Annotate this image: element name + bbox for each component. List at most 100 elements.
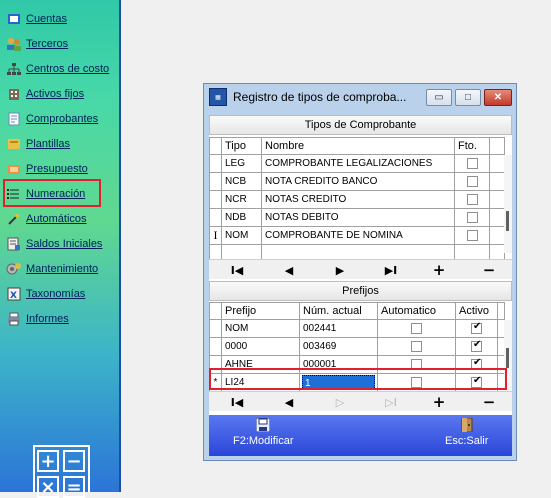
nav-prev-button[interactable]: ◀ bbox=[281, 263, 297, 277]
book-icon bbox=[6, 11, 22, 27]
automatico-checkbox[interactable] bbox=[411, 340, 422, 352]
column-header-num-actual[interactable]: Núm. actual bbox=[299, 302, 378, 320]
sidebar-item-centros-de-costo[interactable]: Centros de costo bbox=[6, 59, 109, 79]
tipos-header-row: Tipo Nombre Fto. bbox=[209, 137, 505, 155]
nav-last-button[interactable]: ▶I bbox=[383, 263, 399, 277]
sidebar-item-automaticos[interactable]: Automáticos bbox=[6, 209, 87, 229]
sidebar-item-label: Activos fijos bbox=[26, 88, 85, 100]
sidebar-item-label: Automáticos bbox=[26, 213, 87, 225]
ledger-icon bbox=[6, 236, 22, 252]
nombre-cell[interactable]: COMPROBANTE DE NOMINA bbox=[261, 226, 455, 245]
exit-label: Esc:Salir bbox=[445, 435, 489, 447]
num-actual-cell[interactable]: 003469 bbox=[299, 337, 378, 356]
nav-next-button[interactable]: ▷ bbox=[332, 395, 348, 409]
activo-checkbox[interactable] bbox=[471, 321, 482, 334]
exit-button[interactable]: Esc:Salir bbox=[445, 418, 488, 447]
sidebar-item-informes[interactable]: Informes bbox=[6, 309, 69, 329]
fto-checkbox[interactable] bbox=[466, 193, 478, 205]
sidebar-item-label: Saldos Iniciales bbox=[26, 238, 103, 250]
calculator-icon[interactable]: + − × = bbox=[33, 445, 90, 498]
column-header-tipo[interactable]: Tipo bbox=[221, 137, 262, 155]
nombre-cell[interactable]: NOTAS DEBITO bbox=[261, 208, 455, 227]
sidebar-item-activos-fijos[interactable]: Activos fijos bbox=[6, 84, 84, 104]
nombre-cell[interactable]: NOTAS CREDITO bbox=[261, 190, 455, 209]
printer-icon bbox=[6, 311, 22, 327]
table-row[interactable]: I NOM COMPROBANTE DE NOMINA bbox=[209, 226, 505, 245]
row-indicator-header bbox=[209, 137, 222, 155]
window-client: Tipos de Comprobante Tipo Nombre Fto. LE… bbox=[209, 115, 512, 456]
nav-add-button[interactable]: + bbox=[431, 393, 447, 411]
table-row[interactable]: NDB NOTAS DEBITO bbox=[209, 208, 505, 227]
tipos-scrollbar[interactable] bbox=[504, 155, 512, 253]
nav-first-button[interactable]: I◀ bbox=[229, 263, 245, 277]
scrollbar-thumb[interactable] bbox=[506, 348, 509, 368]
column-header-activo[interactable]: Activo bbox=[455, 302, 498, 320]
maximize-button[interactable]: □ bbox=[455, 89, 481, 106]
calc-minus: − bbox=[63, 450, 85, 472]
column-header-prefijo[interactable]: Prefijo bbox=[221, 302, 300, 320]
fto-checkbox[interactable] bbox=[466, 229, 478, 241]
nav-next-button[interactable]: ▶ bbox=[332, 263, 348, 277]
row-indicator bbox=[209, 337, 222, 356]
sidebar-item-taxonomias[interactable]: X Taxonomías bbox=[6, 284, 85, 304]
nombre-cell[interactable]: COMPROBANTE LEGALIZACIONES bbox=[261, 154, 455, 173]
num-actual-cell[interactable]: 002441 bbox=[299, 319, 378, 338]
fto-checkbox[interactable] bbox=[466, 157, 478, 169]
nav-delete-button[interactable]: − bbox=[481, 261, 497, 279]
tipo-cell[interactable]: LEG bbox=[221, 154, 262, 173]
sidebar-item-label: Comprobantes bbox=[26, 113, 99, 125]
scrollbar-thumb[interactable] bbox=[506, 211, 509, 231]
magic-wand-icon bbox=[6, 211, 22, 227]
window-title: Registro de tipos de comproba... bbox=[233, 90, 407, 104]
nav-delete-button[interactable]: − bbox=[481, 393, 497, 411]
numeracion-highlight bbox=[3, 179, 101, 207]
column-header-fto[interactable]: Fto. bbox=[454, 137, 490, 155]
sidebar-item-saldos-iniciales[interactable]: Saldos Iniciales bbox=[6, 234, 102, 254]
activo-checkbox[interactable] bbox=[471, 339, 482, 352]
receipt-icon bbox=[6, 111, 22, 127]
table-row[interactable]: NCR NOTAS CREDITO bbox=[209, 190, 505, 209]
row-indicator bbox=[209, 190, 222, 209]
registro-window: ▦ Registro de tipos de comproba... ▭ □ ✕… bbox=[203, 83, 517, 461]
tipos-grid[interactable]: Tipo Nombre Fto. LEG COMPROBANTE LEGALIZ… bbox=[209, 137, 505, 263]
column-header-automatico[interactable]: Automatico bbox=[377, 302, 456, 320]
prefijos-panel-title: Prefijos bbox=[209, 281, 512, 301]
calc-plus: + bbox=[37, 450, 59, 472]
sidebar-item-presupuesto[interactable]: Presupuesto bbox=[6, 159, 88, 179]
row-indicator bbox=[209, 319, 222, 338]
sidebar-item-comprobantes[interactable]: Comprobantes bbox=[6, 109, 98, 129]
table-row[interactable]: NOM 002441 bbox=[209, 319, 505, 338]
fto-checkbox[interactable] bbox=[466, 175, 478, 187]
table-row[interactable]: NCB NOTA CREDITO BANCO bbox=[209, 172, 505, 191]
svg-text:X: X bbox=[10, 291, 17, 301]
sidebar-item-mantenimiento[interactable]: Mantenimiento bbox=[6, 259, 98, 279]
app-icon: ▦ bbox=[209, 88, 227, 106]
table-row[interactable]: LEG COMPROBANTE LEGALIZACIONES bbox=[209, 154, 505, 173]
prefijo-cell[interactable]: NOM bbox=[221, 319, 300, 338]
tipo-cell[interactable]: NCB bbox=[221, 172, 262, 191]
sidebar-item-terceros[interactable]: Terceros bbox=[6, 34, 68, 54]
nav-last-button[interactable]: ▷I bbox=[383, 395, 399, 409]
tipo-cell[interactable]: NCR bbox=[221, 190, 262, 209]
nav-prev-button[interactable]: ◀ bbox=[281, 395, 297, 409]
sidebar-item-plantillas[interactable]: Plantillas bbox=[6, 134, 70, 154]
nav-first-button[interactable]: I◀ bbox=[229, 395, 245, 409]
minimize-button[interactable]: ▭ bbox=[426, 89, 452, 106]
sidebar-item-cuentas[interactable]: Cuentas bbox=[6, 9, 67, 29]
automatico-checkbox[interactable] bbox=[411, 322, 422, 334]
nav-add-button[interactable]: + bbox=[431, 261, 447, 279]
prefijo-cell[interactable]: 0000 bbox=[221, 337, 300, 356]
modify-label: F2:Modificar bbox=[233, 435, 294, 447]
nombre-cell[interactable]: NOTA CREDITO BANCO bbox=[261, 172, 455, 191]
tipo-cell[interactable]: NDB bbox=[221, 208, 262, 227]
budget-icon bbox=[6, 161, 22, 177]
sidebar-item-label: Mantenimiento bbox=[26, 263, 99, 275]
close-button[interactable]: ✕ bbox=[484, 89, 512, 106]
column-header-nombre[interactable]: Nombre bbox=[261, 137, 455, 155]
tipos-navigator: I◀ ◀ ▶ ▶I + − bbox=[209, 259, 512, 279]
table-row[interactable]: 0000 003469 bbox=[209, 337, 505, 356]
fto-checkbox[interactable] bbox=[466, 211, 478, 223]
sidebar: Cuentas Terceros Centros de costo Activo… bbox=[0, 0, 121, 498]
tipo-cell[interactable]: NOM bbox=[221, 226, 262, 245]
modify-button[interactable]: F2:Modificar bbox=[233, 418, 294, 447]
